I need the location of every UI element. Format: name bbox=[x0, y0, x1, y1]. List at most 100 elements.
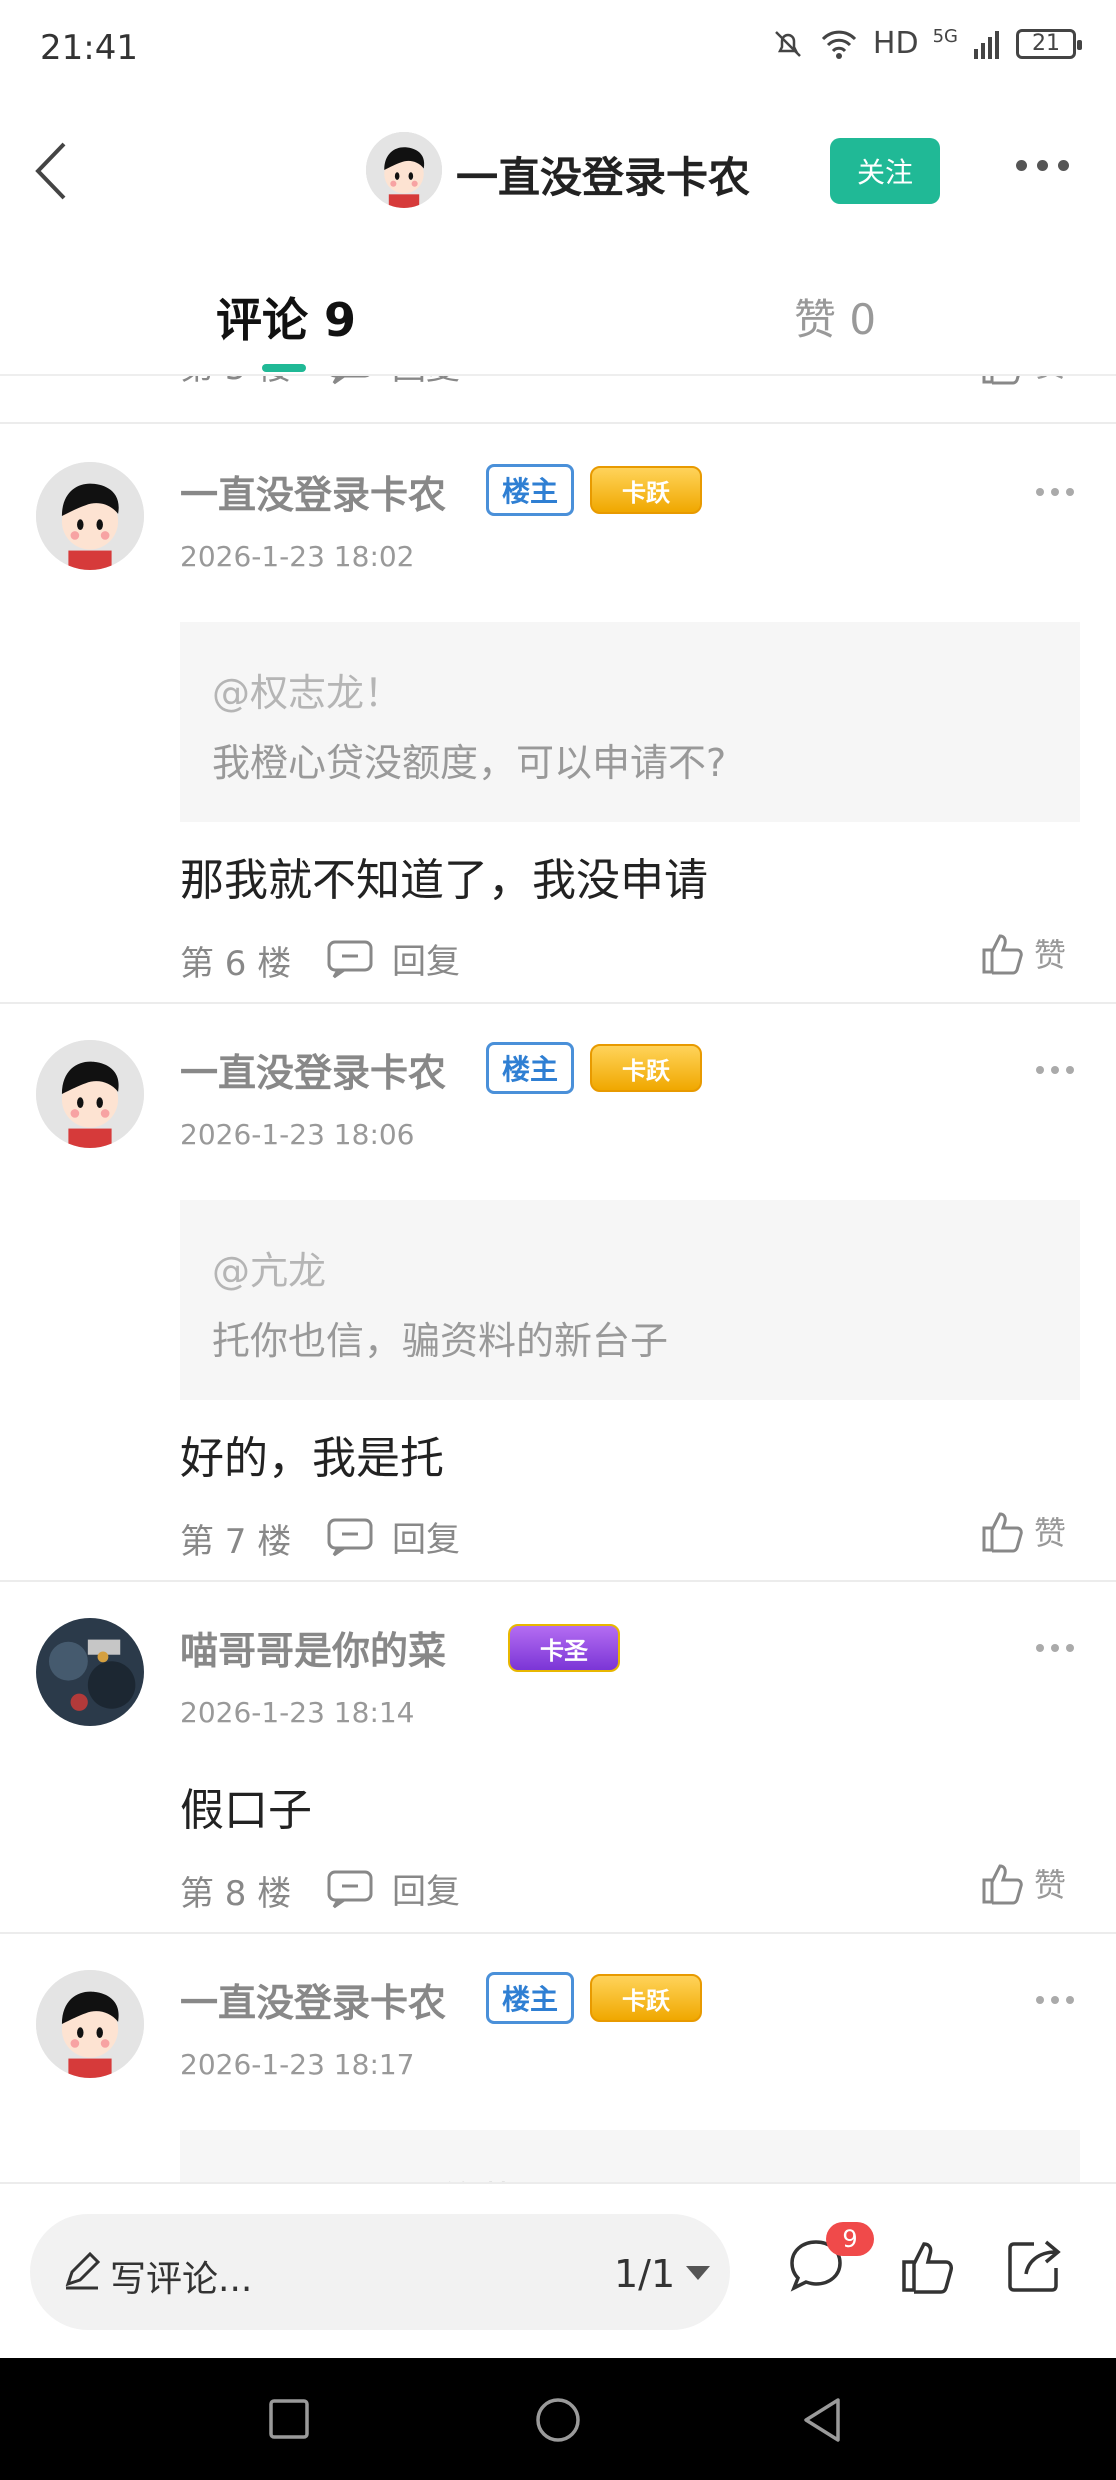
like-label: 赞 bbox=[1034, 936, 1067, 974]
comment-item: 一直没登录卡农 楼主 卡跃 2026-1-23 18:02 @权志龙！ 我橙心贷… bbox=[0, 426, 1116, 1004]
quote-mention[interactable]: @亢龙 bbox=[212, 1240, 326, 1295]
comment-more-icon[interactable] bbox=[1036, 1066, 1074, 1074]
comment-more-icon[interactable] bbox=[1036, 1996, 1074, 2004]
like-button[interactable]: 赞 bbox=[980, 376, 1066, 386]
header-title: 一直没登录卡农 bbox=[456, 153, 751, 202]
cartoon-avatar-icon bbox=[36, 462, 144, 570]
like-icon[interactable] bbox=[900, 2236, 956, 2296]
triangle-nav-icon[interactable] bbox=[800, 2396, 844, 2444]
comment-text: 好的，我是托 bbox=[180, 1433, 444, 1484]
username[interactable]: 喵哥哥是你的菜 bbox=[180, 1620, 446, 1675]
quote-text: 托你也信，骗资料的新台子 bbox=[212, 1319, 669, 1363]
status-icons: HD 5G 21 bbox=[771, 26, 1082, 61]
comment-count-badge: 9 bbox=[826, 2222, 874, 2256]
avatar[interactable] bbox=[36, 462, 144, 570]
header-avatar[interactable] bbox=[366, 132, 442, 208]
floor-label: 第 6 楼 bbox=[180, 944, 292, 984]
status-time: 21:41 bbox=[40, 28, 138, 68]
back-icon[interactable] bbox=[24, 136, 84, 206]
reply-icon bbox=[327, 1870, 373, 1908]
comment-feed[interactable]: 第 5 楼 回复 赞 一直没登录卡农 楼主 卡跃 2026-1-23 18:02… bbox=[0, 376, 1116, 2182]
cartoon-avatar-icon bbox=[36, 1040, 144, 1148]
quote-mention[interactable]: @权志龙！ bbox=[212, 662, 402, 717]
comment-input-placeholder: 写评论... bbox=[110, 2259, 253, 2300]
avatar[interactable] bbox=[36, 1618, 144, 1726]
reply-button[interactable]: 回复 bbox=[326, 934, 460, 983]
comment-item: 一直没登录卡农 楼主 卡跃 2026-1-23 18:17 @喵哥哥是你的菜 bbox=[0, 1934, 1116, 2182]
cartoon-avatar-icon bbox=[366, 132, 442, 208]
page-indicator[interactable]: 1/1 bbox=[614, 2252, 675, 2296]
quote-text: 我橙心贷没额度，可以申请不? bbox=[212, 741, 727, 785]
tab-comments[interactable]: 评论 9 bbox=[216, 284, 356, 350]
comment-text: 假口子 bbox=[180, 1785, 312, 1836]
username[interactable]: 一直没登录卡农 bbox=[180, 1042, 446, 1097]
timestamp: 2026-1-23 18:06 bbox=[180, 1118, 415, 1151]
username[interactable]: 一直没登录卡农 bbox=[180, 464, 446, 519]
comment-more-icon[interactable] bbox=[1036, 488, 1074, 496]
reply-button[interactable]: 回复 bbox=[326, 376, 460, 389]
owner-badge: 楼主 bbox=[486, 464, 574, 516]
like-label: 赞 bbox=[1034, 1866, 1067, 1904]
signal-icon bbox=[974, 30, 999, 59]
like-button[interactable]: 赞 bbox=[980, 1508, 1066, 1554]
network-label: HD bbox=[872, 26, 919, 61]
timestamp: 2026-1-23 18:02 bbox=[180, 540, 415, 573]
bottom-action-bar: 写评论... 1/1 9 bbox=[0, 2182, 1116, 2358]
circle-nav-icon[interactable] bbox=[534, 2396, 582, 2444]
owner-badge: 楼主 bbox=[486, 1042, 574, 1094]
quoted-reply: @喵哥哥是你的菜 bbox=[180, 2130, 1080, 2182]
wifi-icon bbox=[821, 30, 857, 59]
quote-mention[interactable]: @喵哥哥是你的菜 bbox=[212, 2170, 516, 2182]
reply-icon bbox=[327, 1518, 373, 1556]
comment-item: 一直没登录卡农 楼主 卡跃 2026-1-23 18:06 @亢龙 托你也信，骗… bbox=[0, 1004, 1116, 1582]
cartoon-avatar-icon bbox=[36, 1970, 144, 2078]
pencil-icon bbox=[65, 2251, 101, 2290]
floor-label: 第 5 楼 bbox=[180, 376, 291, 389]
photo-avatar-icon bbox=[36, 1618, 144, 1726]
header: 一直没登录卡农 关注 bbox=[0, 100, 1116, 240]
tab-likes[interactable]: 赞 0 bbox=[794, 286, 876, 347]
reply-label: 回复 bbox=[392, 942, 460, 982]
signal-label: 5G bbox=[932, 26, 958, 47]
system-nav-bar bbox=[0, 2358, 1116, 2480]
like-label: 赞 bbox=[1034, 1514, 1067, 1552]
more-icon[interactable] bbox=[1016, 160, 1069, 171]
avatar[interactable] bbox=[36, 1970, 144, 2078]
reply-button[interactable]: 回复 bbox=[326, 1512, 460, 1561]
comment-text: 那我就不知道了，我没申请 bbox=[180, 855, 708, 906]
reply-label: 回复 bbox=[392, 376, 460, 389]
like-button[interactable]: 赞 bbox=[980, 1860, 1066, 1906]
timestamp: 2026-1-23 18:14 bbox=[180, 1696, 415, 1729]
level-badge: 卡圣 bbox=[508, 1624, 620, 1672]
like-icon bbox=[982, 1512, 1023, 1553]
battery-icon: 21 bbox=[1016, 28, 1082, 59]
comment-input[interactable]: 写评论... 1/1 bbox=[30, 2214, 730, 2330]
follow-button[interactable]: 关注 bbox=[830, 138, 940, 204]
like-icon bbox=[982, 376, 1020, 385]
reply-icon bbox=[327, 940, 373, 978]
reply-button[interactable]: 回复 bbox=[326, 1864, 460, 1913]
floor-label: 第 8 楼 bbox=[180, 1874, 292, 1914]
comment-item: 喵哥哥是你的菜 卡圣 2026-1-23 18:14 假口子 第 8 楼 回复 … bbox=[0, 1582, 1116, 1934]
share-icon[interactable] bbox=[1004, 2236, 1064, 2296]
like-icon bbox=[982, 934, 1023, 975]
owner-badge: 楼主 bbox=[486, 1972, 574, 2024]
reply-label: 回复 bbox=[392, 1520, 460, 1560]
username[interactable]: 一直没登录卡农 bbox=[180, 1972, 446, 2027]
square-nav-icon[interactable] bbox=[268, 2398, 310, 2440]
comment-item: 第 5 楼 回复 赞 bbox=[0, 376, 1116, 424]
avatar[interactable] bbox=[36, 1040, 144, 1148]
floor-label: 第 7 楼 bbox=[180, 1522, 292, 1562]
like-label: 赞 bbox=[1034, 376, 1066, 386]
page-dropdown-icon[interactable] bbox=[686, 2266, 710, 2280]
status-bar: 21:41 HD 5G 21 bbox=[0, 0, 1116, 100]
battery-level: 21 bbox=[1032, 31, 1060, 56]
level-badge: 卡跃 bbox=[590, 1974, 702, 2022]
reply-label: 回复 bbox=[392, 1872, 460, 1912]
level-badge: 卡跃 bbox=[590, 466, 702, 514]
tabs: 评论 9 赞 0 bbox=[0, 260, 1116, 376]
like-icon bbox=[982, 1864, 1023, 1905]
level-badge: 卡跃 bbox=[590, 1044, 702, 1092]
comment-more-icon[interactable] bbox=[1036, 1644, 1074, 1652]
like-button[interactable]: 赞 bbox=[980, 930, 1066, 976]
